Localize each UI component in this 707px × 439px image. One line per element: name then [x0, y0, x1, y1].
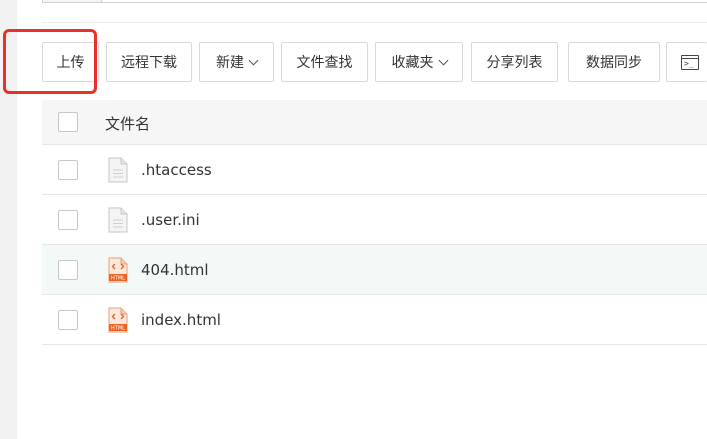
chevron-down-icon [438, 55, 448, 65]
text-file-icon [108, 207, 128, 233]
file-search-button-label: 文件查找 [296, 55, 353, 71]
data-sync-button[interactable]: 数据同步 [568, 42, 660, 82]
table-row[interactable]: HTML index.html [42, 295, 707, 345]
text-file-icon [108, 157, 128, 183]
file-name[interactable]: index.html [141, 311, 221, 329]
row-checkbox[interactable] [58, 210, 78, 230]
upload-button[interactable]: 上传 [42, 42, 99, 82]
file-name[interactable]: .user.ini [141, 211, 200, 229]
row-checkbox[interactable] [58, 310, 78, 330]
data-sync-button-label: 数据同步 [586, 55, 642, 71]
column-header-filename: 文件名 [105, 115, 151, 133]
html-tag: HTML [111, 276, 125, 282]
chevron-down-icon [248, 55, 259, 65]
row-checkbox[interactable] [58, 160, 78, 180]
html-file-icon: HTML [108, 307, 128, 333]
remote-download-button-label: 远程下载 [121, 55, 177, 71]
remote-download-button[interactable]: 远程下载 [106, 42, 192, 82]
table-row[interactable]: HTML 404.html [42, 245, 707, 295]
html-file-icon: HTML [108, 257, 128, 283]
html-tag: HTML [111, 326, 125, 332]
file-search-button[interactable]: 文件查找 [281, 42, 368, 82]
table-header: 文件名 [42, 100, 707, 145]
favorites-dropdown-button[interactable]: 收藏夹 [375, 42, 463, 82]
file-manager-panel: 上传 远程下载 新建 文件查找 收藏夹 分享列表 数据同步 >_ 文件名 .ht… [17, 0, 707, 439]
share-list-button-label: 分享列表 [486, 55, 543, 71]
terminal-button[interactable]: >_ [666, 42, 707, 82]
toolbar: 上传 远程下载 新建 文件查找 收藏夹 分享列表 数据同步 >_ [17, 42, 707, 82]
terminal-icon: >_ [681, 54, 699, 70]
path-bar[interactable] [42, 0, 707, 3]
file-table: 文件名 .htaccess .user.ini HTML 404.html HT… [42, 100, 707, 345]
table-row[interactable]: .user.ini [42, 195, 707, 245]
terminal-icon-glyph: >_ [684, 58, 694, 68]
file-name[interactable]: .htaccess [141, 161, 212, 179]
file-name[interactable]: 404.html [141, 261, 209, 279]
new-button-label: 新建 [216, 55, 244, 71]
upload-button-label: 上传 [56, 55, 85, 71]
favorites-button-label: 收藏夹 [391, 55, 434, 71]
table-row[interactable]: .htaccess [42, 145, 707, 195]
path-back-button[interactable] [42, 0, 102, 3]
new-dropdown-button[interactable]: 新建 [199, 42, 274, 82]
select-all-checkbox[interactable] [58, 112, 78, 132]
divider [42, 22, 707, 23]
share-list-button[interactable]: 分享列表 [471, 42, 558, 82]
row-checkbox[interactable] [58, 260, 78, 280]
